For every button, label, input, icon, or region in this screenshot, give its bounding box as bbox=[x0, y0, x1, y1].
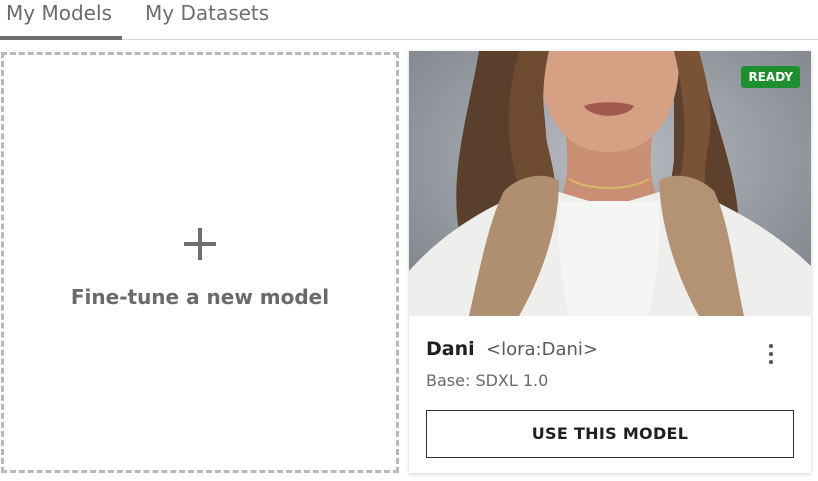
portrait-illustration bbox=[409, 51, 811, 316]
tab-my-models[interactable]: My Models bbox=[6, 0, 122, 39]
plus-icon bbox=[180, 225, 220, 265]
kebab-menu-icon[interactable] bbox=[761, 340, 781, 368]
model-lora-tag: <lora:Dani> bbox=[486, 339, 598, 360]
model-preview-image[interactable]: READY bbox=[409, 51, 811, 316]
model-base-info: Base: SDXL 1.0 bbox=[426, 371, 549, 390]
tab-my-datasets[interactable]: My Datasets bbox=[145, 0, 275, 39]
use-this-model-button[interactable]: USE THIS MODEL bbox=[426, 410, 794, 458]
active-tab-indicator bbox=[0, 36, 122, 40]
fine-tune-new-model-card[interactable]: Fine-tune a new model bbox=[1, 52, 399, 473]
status-badge: READY bbox=[741, 66, 800, 88]
fine-tune-label: Fine-tune a new model bbox=[70, 285, 330, 309]
tab-bar: My Models My Datasets bbox=[0, 0, 818, 40]
model-card: READY Dani <lora:Dani> Base: SDXL 1.0 US… bbox=[409, 51, 811, 473]
model-name: Dani bbox=[426, 338, 475, 360]
